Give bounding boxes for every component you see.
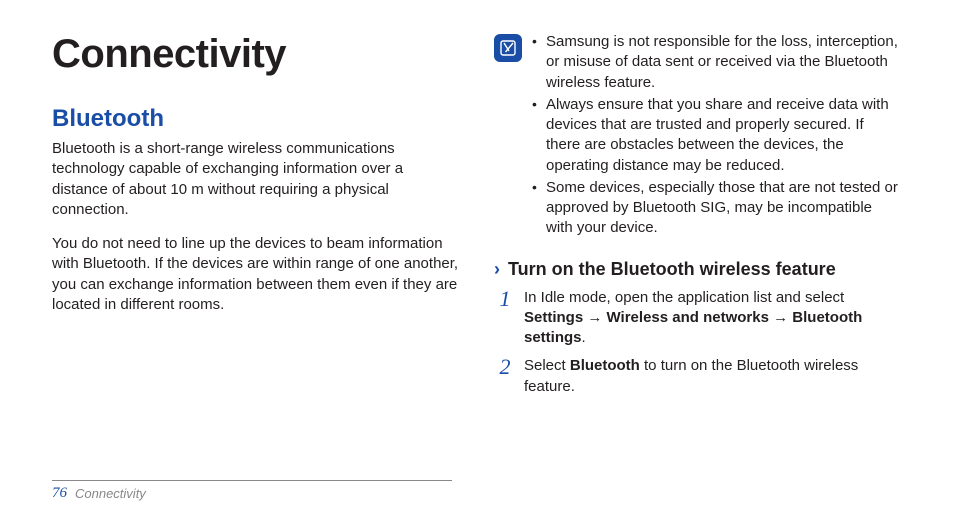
footer-section-label: Connectivity [75, 486, 146, 501]
intro-paragraph-1: Bluetooth is a short-range wireless comm… [52, 139, 460, 220]
section-title-bluetooth: Bluetooth [52, 105, 460, 133]
left-column: Connectivity Bluetooth Bluetooth is a sh… [52, 32, 460, 462]
step-text: In Idle mode, open the application list … [524, 288, 902, 349]
page-title: Connectivity [52, 32, 460, 77]
note-list: Samsung is not responsible for the loss,… [532, 32, 902, 241]
step-text: Select Bluetooth to turn on the Bluetoot… [524, 356, 902, 397]
step-number: 1 [496, 288, 514, 310]
right-column: Samsung is not responsible for the loss,… [494, 32, 902, 462]
note-box: Samsung is not responsible for the loss,… [494, 32, 902, 241]
note-icon [494, 34, 522, 62]
content-columns: Connectivity Bluetooth Bluetooth is a sh… [52, 32, 902, 462]
step-number: 2 [496, 356, 514, 378]
sub-heading: › Turn on the Bluetooth wireless feature [494, 259, 902, 280]
note-item: Always ensure that you share and receive… [532, 95, 902, 176]
note-item: Some devices, especially those that are … [532, 178, 902, 239]
intro-paragraph-2: You do not need to line up the devices t… [52, 234, 460, 315]
sub-heading-text: Turn on the Bluetooth wireless feature [508, 259, 836, 280]
page-number: 76 [52, 485, 67, 502]
page-footer: 76 Connectivity [52, 480, 452, 502]
step-1: 1 In Idle mode, open the application lis… [494, 288, 902, 349]
chevron-icon: › [494, 260, 500, 278]
note-item: Samsung is not responsible for the loss,… [532, 32, 902, 93]
step-2: 2 Select Bluetooth to turn on the Blueto… [494, 356, 902, 397]
